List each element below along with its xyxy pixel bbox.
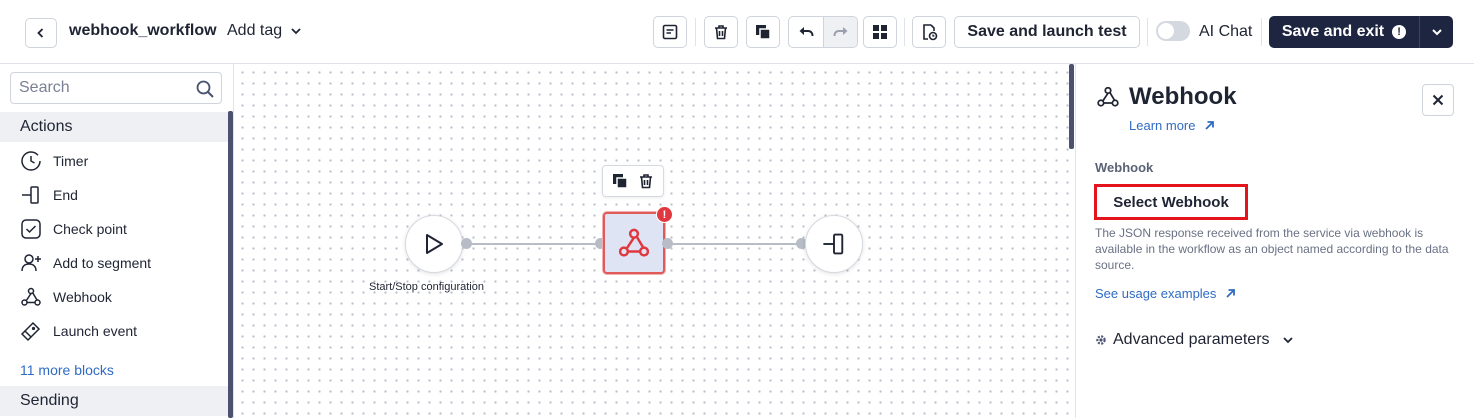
ai-chat-label: AI Chat — [1199, 23, 1253, 40]
webhook-node[interactable] — [603, 212, 665, 274]
save-and-exit-main[interactable]: Save and exit ! — [1269, 23, 1419, 41]
launch-event-icon — [20, 320, 42, 342]
copy-button[interactable] — [746, 16, 780, 48]
trash-icon — [715, 25, 727, 40]
file-history-icon — [923, 24, 938, 41]
block-label: Timer — [53, 153, 89, 169]
block-check-point[interactable]: Check point — [20, 217, 127, 241]
save-and-launch-test-button[interactable]: Save and launch test — [954, 16, 1140, 48]
start-node-label: Start/Stop configuration — [369, 281, 484, 293]
search-input[interactable] — [11, 73, 191, 103]
add-tag-dropdown[interactable]: Add tag — [227, 22, 302, 40]
save-and-exit-label: Save and exit — [1281, 23, 1385, 40]
connection-line — [667, 243, 802, 245]
end-node[interactable] — [805, 215, 863, 273]
notes-icon — [662, 24, 678, 40]
block-label: Launch event — [53, 323, 138, 339]
undo-button[interactable] — [789, 17, 823, 47]
advanced-parameters-toggle[interactable]: Advanced parameters — [1095, 331, 1294, 349]
save-and-exit-button[interactable]: Save and exit ! — [1269, 16, 1453, 48]
copy-icon[interactable] — [611, 172, 629, 190]
search-icon[interactable] — [195, 79, 215, 99]
section-sending[interactable]: Sending — [0, 386, 228, 416]
external-link-icon — [1226, 288, 1236, 298]
toolbar-divider — [1147, 18, 1148, 46]
block-launch-event[interactable]: Launch event — [20, 319, 137, 343]
search-box — [10, 72, 222, 104]
webhook-help-text: The JSON response received from the serv… — [1095, 226, 1449, 272]
redo-icon — [833, 27, 847, 37]
block-label: Add to segment — [53, 255, 152, 271]
select-webhook-button[interactable]: Select Webhook — [1094, 184, 1248, 220]
undo-icon — [799, 27, 814, 37]
check-point-icon — [20, 218, 42, 240]
webhook-icon — [1096, 85, 1120, 109]
start-node[interactable] — [405, 215, 463, 273]
redo-button[interactable] — [823, 17, 857, 47]
webhook-icon — [20, 286, 42, 308]
usage-examples-link[interactable]: See usage examples — [1095, 286, 1236, 301]
notes-button[interactable] — [653, 16, 687, 48]
add-to-segment-icon — [20, 252, 42, 274]
section-actions[interactable]: Actions — [0, 112, 228, 142]
more-blocks-link[interactable]: 11 more blocks — [20, 362, 114, 378]
toolbar-divider — [1261, 18, 1262, 46]
timer-icon — [20, 150, 42, 172]
block-end[interactable]: End — [20, 183, 78, 207]
webhook-icon — [618, 228, 650, 257]
canvas-scrollbar[interactable] — [1069, 64, 1074, 149]
grid-icon — [873, 25, 887, 39]
copy-icon — [756, 25, 771, 40]
blocks-sidebar: Actions Timer End Check point Add to seg… — [0, 64, 234, 418]
block-webhook[interactable]: Webhook — [20, 285, 112, 309]
add-tag-label: Add tag — [227, 22, 283, 39]
play-icon — [426, 234, 443, 254]
block-timer[interactable]: Timer — [20, 149, 88, 173]
advanced-parameters-label: Advanced parameters — [1113, 331, 1270, 348]
close-icon — [1432, 94, 1444, 106]
output-port[interactable] — [461, 238, 472, 249]
close-panel-button[interactable] — [1422, 84, 1454, 116]
panel-title: Webhook — [1129, 83, 1237, 110]
chevron-left-icon — [37, 28, 44, 38]
learn-more-link[interactable]: Learn more — [1129, 118, 1215, 133]
top-bar: webhook_workflow Add tag Save and launch… — [0, 0, 1474, 64]
workflow-name[interactable]: webhook_workflow — [69, 22, 217, 40]
external-link-icon — [1205, 120, 1215, 130]
gear-icon — [1096, 335, 1106, 345]
connection-line — [466, 243, 601, 245]
output-port[interactable] — [662, 238, 673, 249]
back-button[interactable] — [25, 18, 57, 48]
toolbar-divider — [695, 18, 696, 46]
usage-examples-label: See usage examples — [1095, 286, 1217, 301]
block-add-to-segment[interactable]: Add to segment — [20, 251, 151, 275]
node-toolbar — [602, 165, 664, 197]
delete-button[interactable] — [704, 16, 738, 48]
history-button[interactable] — [912, 16, 946, 48]
block-label: Check point — [53, 221, 127, 237]
chevron-down-icon — [1282, 337, 1293, 344]
chevron-down-icon — [291, 28, 301, 35]
webhook-field-label: Webhook — [1095, 160, 1154, 175]
auto-layout-button[interactable] — [863, 16, 897, 48]
trash-icon[interactable] — [637, 172, 655, 190]
block-label: End — [53, 187, 78, 203]
block-label: Webhook — [53, 289, 112, 305]
undo-redo-group — [788, 16, 858, 48]
end-icon — [823, 233, 844, 255]
warning-icon: ! — [1392, 25, 1407, 39]
sidebar-scrollbar[interactable] — [228, 111, 233, 418]
chevron-down-icon — [1431, 29, 1442, 36]
toolbar-divider — [904, 18, 905, 46]
save-and-exit-dropdown[interactable] — [1420, 26, 1453, 38]
ai-chat-toggle[interactable] — [1156, 21, 1190, 41]
learn-more-label: Learn more — [1129, 118, 1196, 133]
end-icon — [20, 184, 42, 206]
error-badge: ! — [656, 206, 673, 223]
